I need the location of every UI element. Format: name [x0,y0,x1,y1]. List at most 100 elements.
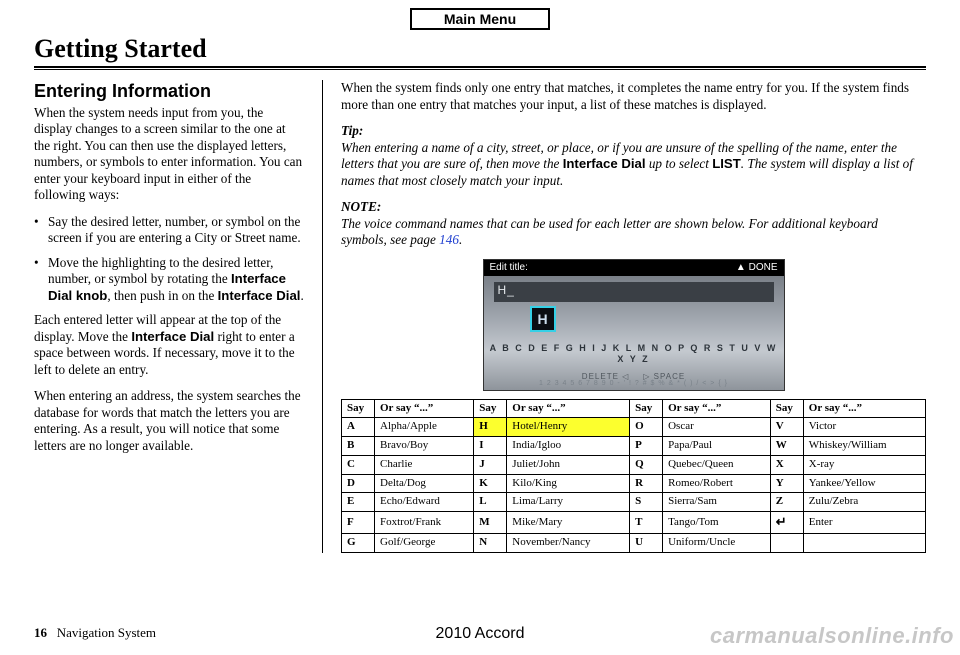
table-row: DDelta/DogKKilo/KingRRomeo/RobertYYankee… [342,474,926,493]
cell-word: Tango/Tom [663,512,771,534]
th-orsay-1: Or say “...” [375,399,474,418]
table-row: BBravo/BoyIIndia/IglooPPapa/PaulWWhiskey… [342,437,926,456]
cell-letter: O [630,418,663,437]
cell-word: Alpha/Apple [375,418,474,437]
cell-letter: G [342,533,375,552]
left-para-3: When entering an address, the system sea… [34,388,304,454]
th-say-1: Say [342,399,375,418]
cell-letter: T [630,512,663,534]
th-orsay-2: Or say “...” [507,399,630,418]
cell-letter: Y [770,474,803,493]
cell-letter: V [770,418,803,437]
cell-word: Quebec/Queen [663,455,771,474]
cell-word: India/Igloo [507,437,630,456]
cell-letter: Z [770,493,803,512]
cell-letter: K [474,474,507,493]
cell-letter: I [474,437,507,456]
cell-word: Uniform/Uncle [663,533,771,552]
tip-heading: Tip: [341,123,363,138]
th-say-2: Say [474,399,507,418]
cell-word [803,533,925,552]
note-heading: NOTE: [341,199,381,214]
cell-letter: P [630,437,663,456]
cell-letter: X [770,455,803,474]
cell-letter: L [474,493,507,512]
cell-letter: U [630,533,663,552]
nav-screen-done: ▲ DONE [736,262,778,275]
bullet-dot: • [34,214,48,247]
cell-word: Romeo/Robert [663,474,771,493]
cell-word: Sierra/Sam [663,493,771,512]
cell-word: Charlie [375,455,474,474]
cell-letter: B [342,437,375,456]
cell-word: Oscar [663,418,771,437]
phonetic-table: Say Or say “...” Say Or say “...” Say Or… [341,399,926,553]
cell-word: Kilo/King [507,474,630,493]
cell-word: Whiskey/William [803,437,925,456]
cell-word: Juliet/John [507,455,630,474]
cell-word: Lima/Larry [507,493,630,512]
right-intro: When the system finds only one entry tha… [341,80,926,113]
cell-letter [770,533,803,552]
cell-word: Echo/Edward [375,493,474,512]
note-block: NOTE: The voice command names that can b… [341,199,926,249]
nav-screen-title: Edit title: [490,262,528,275]
section-title: Getting Started [34,34,926,64]
cell-word: Foxtrot/Frank [375,512,474,534]
table-row: CCharlieJJuliet/JohnQQuebec/QueenXX-ray [342,455,926,474]
left-intro: When the system needs input from you, th… [34,105,304,204]
tip-b: Interface Dial [563,156,646,171]
cell-letter: F [342,512,375,534]
cell-letter: A [342,418,375,437]
b2-e: . [300,288,303,303]
nav-screen-mock: Edit title: ▲ DONE H_ H A B C D E F G H … [483,259,785,391]
b2-d: Interface Dial [218,288,301,303]
main-menu-button[interactable]: Main Menu [410,8,550,30]
cell-word: Hotel/Henry [507,418,630,437]
nav-screen-highlight-letter: H [530,306,556,332]
th-orsay-4: Or say “...” [803,399,925,418]
cell-word: Golf/George [375,533,474,552]
left-column: Entering Information When the system nee… [34,80,304,553]
cell-word: Victor [803,418,925,437]
note-b: . [459,232,462,247]
cell-letter: J [474,455,507,474]
cell-letter: M [474,512,507,534]
page-number: 16 [34,625,47,640]
nav-screen-input: H_ [494,282,774,302]
cell-letter: H [474,418,507,437]
nav-screen-arc: A B C D E F G H I J K L M N O P Q R S T … [484,343,784,366]
right-column: When the system finds only one entry tha… [322,80,926,553]
cell-letter: Q [630,455,663,474]
bullet-dot: • [34,255,48,305]
tip-c: up to select [646,156,713,171]
bullet-1-text: Say the desired letter, number, or symbo… [48,214,304,247]
tip-d: LIST [712,156,741,171]
subsection-title: Entering Information [34,80,304,103]
cell-word: X-ray [803,455,925,474]
cell-word: Enter [803,512,925,534]
th-say-3: Say [630,399,663,418]
cell-word: Bravo/Boy [375,437,474,456]
cell-letter: ↵ [770,512,803,534]
cell-letter: D [342,474,375,493]
cell-letter: N [474,533,507,552]
cell-word: Yankee/Yellow [803,474,925,493]
cell-letter: S [630,493,663,512]
page-label: Navigation System [57,625,156,640]
title-rule [34,66,926,70]
model-year: 2010 Accord [436,625,525,643]
table-row: FFoxtrot/FrankMMike/MaryTTango/Tom↵Enter [342,512,926,534]
b2-c: , then push in on the [107,288,217,303]
cell-letter: E [342,493,375,512]
page-link-146[interactable]: 146 [439,232,459,247]
p2-b: Interface Dial [131,329,214,344]
nav-screen-numrow: 1 2 3 4 5 6 7 8 9 0 - ' ! ? # $ % & * ( … [484,380,784,389]
cell-word: Papa/Paul [663,437,771,456]
th-say-4: Say [770,399,803,418]
note-a: The voice command names that can be used… [341,216,878,248]
left-para-2: Each entered letter will appear at the t… [34,312,304,378]
cell-word: November/Nancy [507,533,630,552]
watermark: carmanualsonline.info [710,623,954,649]
bullet-1: • Say the desired letter, number, or sym… [34,214,304,247]
